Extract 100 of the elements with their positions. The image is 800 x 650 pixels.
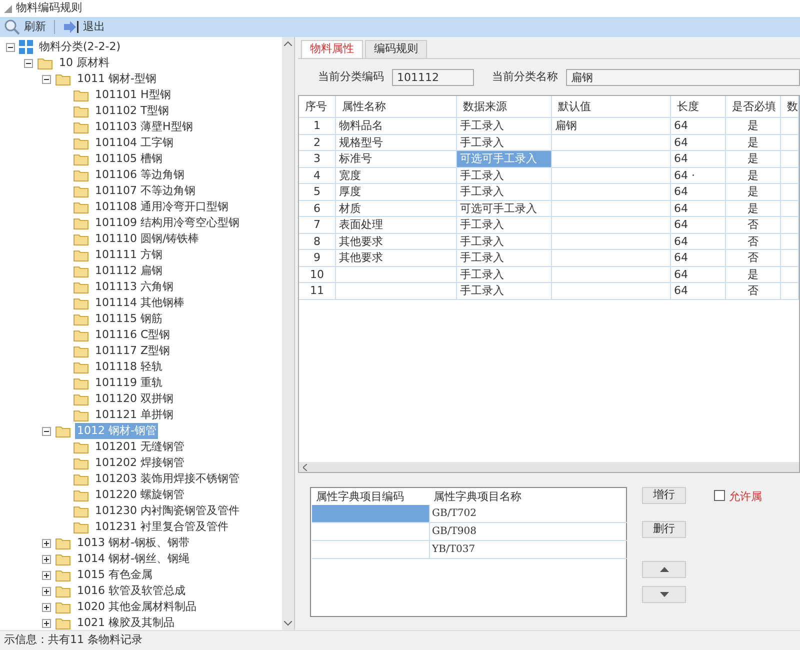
status-text: 示信息：共有11 条物料记录 xyxy=(4,632,142,648)
table-cell: 1 xyxy=(299,118,336,134)
tree-item[interactable]: 1016 软管及软管总成 xyxy=(75,583,188,599)
tree-item[interactable]: 101110 圆钢/铸铁棒 xyxy=(93,231,202,247)
table-cell: 64 xyxy=(671,134,726,150)
tree-item[interactable]: 101115 钢筋 xyxy=(93,311,164,327)
tree-item[interactable]: 101105 槽钢 xyxy=(93,151,164,167)
field-label: 当前分类编码 xyxy=(318,68,384,85)
table-cell: 手工录入 xyxy=(457,168,552,183)
column-header[interactable]: 数 xyxy=(781,96,799,117)
expand-icon[interactable] xyxy=(42,602,51,612)
tree-item[interactable]: 101230 内衬陶瓷钢管及管件 xyxy=(93,503,242,519)
window-title: 物料编码规则 xyxy=(16,0,82,16)
table-cell: 可选可手工录入 xyxy=(457,200,552,216)
scroll-down-icon[interactable] xyxy=(284,621,292,626)
table-cell: 其他要求 xyxy=(336,234,457,249)
toolbar-button[interactable]: 退出 xyxy=(63,18,105,36)
row-button[interactable]: 增行 xyxy=(642,487,686,504)
collapse-icon[interactable] xyxy=(6,42,15,52)
tree-item[interactable]: 101116 C型钢 xyxy=(93,327,172,343)
tree-item[interactable]: 1011 钢材-型钢 xyxy=(75,71,158,87)
tree-item[interactable]: 101231 衬里复合管及管件 xyxy=(93,519,230,535)
tree-item[interactable]: 101202 焊接钢管 xyxy=(93,455,186,471)
table-cell: 其他要求 xyxy=(336,250,457,266)
tree-item[interactable]: 物料分类(2-2-2) xyxy=(37,39,123,55)
expand-icon[interactable] xyxy=(42,554,51,564)
expand-icon[interactable] xyxy=(42,618,51,628)
move-down-button[interactable] xyxy=(642,586,686,603)
table-cell: 7 xyxy=(299,217,336,232)
folder-icon xyxy=(73,296,89,310)
tree-item[interactable]: 101102 T型钢 xyxy=(93,103,172,119)
folder-icon xyxy=(55,72,71,86)
tree-item[interactable]: 1015 有色金属 xyxy=(75,567,154,583)
horizontal-scrollbar[interactable] xyxy=(299,462,799,472)
tree-item[interactable]: 1013 钢材-钢板、钢带 xyxy=(75,535,192,551)
tree-item[interactable]: 1014 钢材-钢丝、钢绳 xyxy=(75,551,192,567)
tree-item[interactable]: 101112 扁钢 xyxy=(93,263,164,279)
tree-item[interactable]: 1020 其他金属材料制品 xyxy=(75,599,198,615)
tree-item[interactable]: 101121 单拼钢 xyxy=(93,407,176,423)
tab[interactable]: 物料属性 xyxy=(301,40,363,58)
column-header[interactable]: 属性字典项目名称 xyxy=(429,489,625,505)
table-cell: 手工录入 xyxy=(457,118,552,134)
tree-item[interactable]: 101109 结构用冷弯空心型钢 xyxy=(93,215,242,231)
column-header[interactable]: 序号 xyxy=(299,96,336,117)
table-cell: 是 xyxy=(726,151,781,166)
expand-icon[interactable] xyxy=(42,570,51,580)
column-header[interactable]: 长度 xyxy=(671,96,726,117)
exit-arrow-icon xyxy=(63,20,79,34)
column-header[interactable]: 是否必填 xyxy=(726,96,781,117)
folder-icon xyxy=(73,344,89,358)
scroll-up-icon[interactable] xyxy=(284,41,292,46)
input-field[interactable]: 扁钢 xyxy=(566,68,800,86)
tree-item[interactable]: 101103 薄壁H型钢 xyxy=(93,119,195,135)
tree-item[interactable]: 101108 通用冷弯开口型钢 xyxy=(93,199,230,215)
column-header[interactable]: 属性名称 xyxy=(336,96,457,117)
folder-icon xyxy=(73,392,89,406)
table-cell: 是 xyxy=(726,118,781,134)
table-cell: 64 xyxy=(671,217,726,232)
table-cell: 64 xyxy=(671,184,726,200)
tree-item[interactable]: 101114 其他钢棒 xyxy=(93,295,186,311)
tree-item[interactable]: 101101 H型钢 xyxy=(93,87,173,103)
tree-item[interactable]: 101118 轻轨 xyxy=(93,359,164,375)
table-cell: 64 xyxy=(671,250,726,266)
tree-item[interactable]: 101120 双拼钢 xyxy=(93,391,176,407)
column-header[interactable]: 默认值 xyxy=(552,96,671,117)
table-cell: 手工录入 xyxy=(457,184,552,200)
table-cell: 64 xyxy=(671,266,726,282)
folder-icon xyxy=(73,360,89,374)
tree-item[interactable]: 101201 无缝钢管 xyxy=(93,439,186,455)
toolbar-button[interactable]: 刷新 xyxy=(4,18,46,36)
tree-item[interactable]: 101203 装饰用焊接不锈钢管 xyxy=(93,471,242,487)
folder-icon xyxy=(55,424,71,438)
expand-icon[interactable] xyxy=(42,538,51,548)
column-header[interactable]: 数据来源 xyxy=(457,96,552,117)
input-field[interactable]: 101112 xyxy=(392,68,474,86)
column-header[interactable]: 属性字典项目编码 xyxy=(312,489,430,505)
scrollbar[interactable] xyxy=(282,37,294,630)
table-cell: 64 xyxy=(671,151,726,166)
folder-icon xyxy=(55,600,71,614)
tree-item[interactable]: 101111 方钢 xyxy=(93,247,164,263)
tree-item[interactable]: 1021 橡胶及其制品 xyxy=(75,615,176,630)
tree-item[interactable]: 101119 重轨 xyxy=(93,375,164,391)
tree-item[interactable]: 101106 等边角钢 xyxy=(93,167,186,183)
tab[interactable]: 编码规则 xyxy=(365,40,427,58)
collapse-icon[interactable] xyxy=(42,74,51,84)
tree-item[interactable]: 101113 六角钢 xyxy=(93,279,176,295)
row-button[interactable]: 删行 xyxy=(642,521,686,538)
expand-icon[interactable] xyxy=(42,586,51,596)
move-up-button[interactable] xyxy=(642,561,686,578)
checkbox[interactable] xyxy=(714,490,725,501)
scroll-left-icon[interactable] xyxy=(303,464,307,470)
table-cell: 是 xyxy=(726,134,781,150)
tree-item[interactable]: 101104 工字钢 xyxy=(93,135,176,151)
collapse-icon[interactable] xyxy=(42,426,51,436)
tree-item[interactable]: 101107 不等边角钢 xyxy=(93,183,198,199)
tree-item[interactable]: 101220 螺旋钢管 xyxy=(93,487,186,503)
tree-item[interactable]: 10 原材料 xyxy=(57,55,112,71)
table-cell: 否 xyxy=(726,250,781,266)
collapse-icon[interactable] xyxy=(24,58,33,68)
tree-item[interactable]: 101117 Z型钢 xyxy=(93,343,172,359)
